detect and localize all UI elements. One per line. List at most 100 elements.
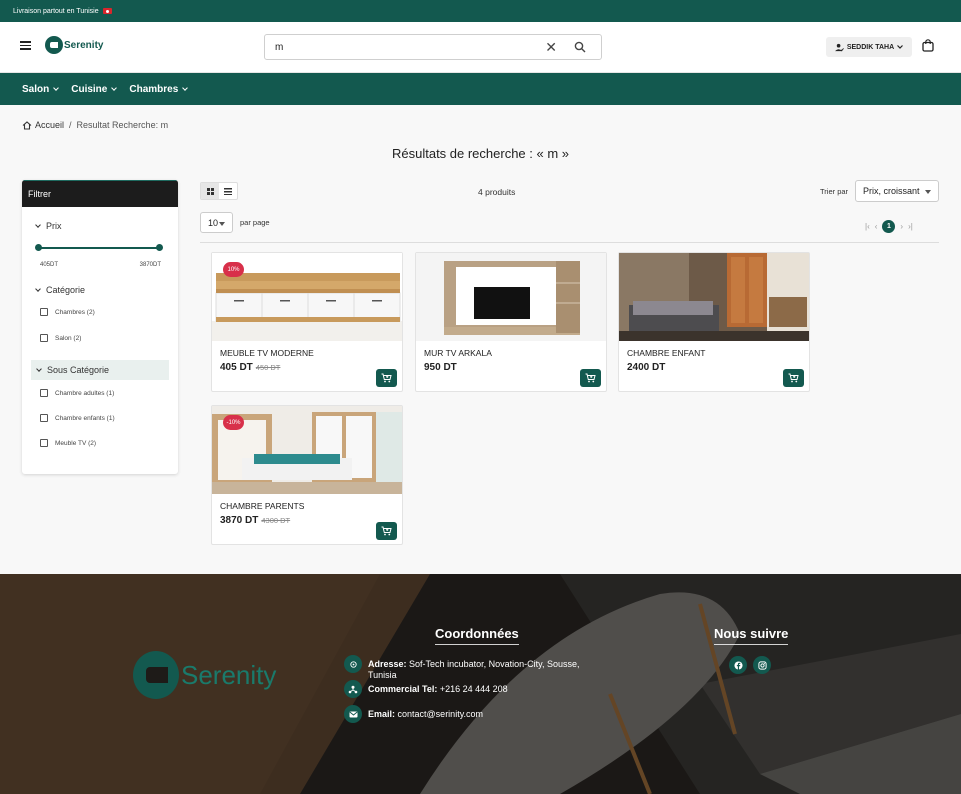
next-page-icon[interactable]: › xyxy=(900,222,903,231)
checkbox[interactable] xyxy=(40,389,48,397)
filter-section-subcategory[interactable]: Sous Catégorie xyxy=(31,360,169,380)
logo-mark-icon xyxy=(45,36,63,54)
old-price: 450 DT xyxy=(255,363,281,372)
page-title: Résultats de recherche : « m » xyxy=(391,146,570,161)
add-to-cart-button[interactable] xyxy=(376,369,397,387)
mail-icon xyxy=(344,705,362,723)
sort-select[interactable]: Prix, croissant xyxy=(855,180,939,202)
hamburger-menu-icon[interactable] xyxy=(20,41,31,50)
filter-section-label: Prix xyxy=(46,221,62,231)
footer-logo-text: Serenity xyxy=(181,659,277,690)
footer: Serenity Coordonnées Nous suivre Adresse… xyxy=(0,574,961,794)
footer-logo[interactable]: Serenity xyxy=(133,651,276,699)
view-toggle xyxy=(200,182,238,200)
caret-down-icon xyxy=(925,190,931,194)
instagram-icon[interactable] xyxy=(753,656,771,674)
nav-item-cuisine[interactable]: Cuisine xyxy=(71,84,118,95)
price-max-handle[interactable] xyxy=(156,244,163,251)
subcategory-option-chambre-enfants[interactable]: Chambre enfants (1) xyxy=(40,414,115,422)
chevron-down-icon xyxy=(36,365,42,372)
list-view-button[interactable] xyxy=(219,183,237,199)
email-value[interactable]: contact@serinity.com xyxy=(398,709,484,719)
checkbox[interactable] xyxy=(40,334,48,342)
category-option-chambres[interactable]: Chambres (2) xyxy=(40,308,95,316)
pagination: |‹ ‹ 1 › ›| xyxy=(865,220,913,233)
phone-row: Commercial Tel: +216 24 444 208 xyxy=(344,680,508,698)
product-card[interactable]: 10% MEUBLE TV MODERNE 405 DT 450 DT xyxy=(211,252,403,392)
product-image xyxy=(416,253,606,341)
option-label: Chambre enfants (1) xyxy=(55,414,115,422)
announcement-text: Livraison partout en Tunisie xyxy=(13,7,99,15)
nav-item-chambres[interactable]: Chambres xyxy=(129,84,189,95)
header: Serenity ✕ SEDDIK TAHA xyxy=(0,22,961,73)
chevron-down-icon xyxy=(111,84,118,91)
old-price: 4300 DT xyxy=(261,516,291,525)
chevron-down-icon xyxy=(35,285,41,292)
grid-view-button[interactable] xyxy=(201,183,219,199)
breadcrumb-home[interactable]: Accueil xyxy=(22,120,64,130)
add-to-cart-icon xyxy=(381,373,392,383)
page-button-current[interactable]: 1 xyxy=(882,220,896,233)
filter-section-price[interactable]: Prix xyxy=(35,221,62,231)
nav-item-salon[interactable]: Salon xyxy=(22,83,60,95)
search-icon[interactable] xyxy=(574,41,586,53)
per-page-value: 10 xyxy=(208,217,219,228)
add-to-cart-button[interactable] xyxy=(376,522,397,540)
product-price: 405 DT 450 DT xyxy=(220,362,280,373)
prev-page-icon[interactable]: ‹ xyxy=(875,222,878,231)
checkbox[interactable] xyxy=(40,308,48,316)
chevron-down-icon xyxy=(897,45,904,49)
sort-label: Trier par xyxy=(820,187,849,196)
product-card[interactable]: CHAMBRE ENFANT 2400 DT xyxy=(618,252,810,392)
nav-label: Salon xyxy=(22,83,50,95)
price-value: 3870 DT xyxy=(220,515,259,526)
address-label: Adresse: xyxy=(368,659,407,669)
product-card[interactable]: MUR TV ARKALA 950 DT xyxy=(415,252,607,392)
add-to-cart-button[interactable] xyxy=(580,369,601,387)
filter-section-category[interactable]: Catégorie xyxy=(35,285,86,295)
price-min-handle[interactable] xyxy=(35,244,42,251)
breadcrumb-separator: / xyxy=(69,120,72,130)
subcategory-option-chambre-adultes[interactable]: Chambre adultes (1) xyxy=(40,389,114,397)
user-account-button[interactable]: SEDDIK TAHA xyxy=(826,37,912,57)
option-label: Meuble TV (2) xyxy=(55,439,97,447)
product-name: MUR TV ARKALA xyxy=(424,348,492,358)
chevron-down-icon xyxy=(53,84,60,91)
price-range-slider[interactable] xyxy=(35,244,163,251)
first-page-icon[interactable]: |‹ xyxy=(865,222,870,231)
checkbox[interactable] xyxy=(40,439,48,447)
logo[interactable]: Serenity xyxy=(45,36,103,54)
per-page-select[interactable]: 10 xyxy=(200,212,233,233)
checkbox[interactable] xyxy=(40,414,48,422)
phone-label: Commercial Tel: xyxy=(368,684,438,694)
product-image xyxy=(619,253,809,341)
breadcrumb-current: Resultat Recherche: m xyxy=(76,120,169,130)
subcategory-option-meuble-tv[interactable]: Meuble TV (2) xyxy=(40,439,96,447)
category-option-salon[interactable]: Salon (2) xyxy=(40,334,81,342)
price-value: 950 DT xyxy=(424,362,457,373)
product-name: CHAMBRE ENFANT xyxy=(627,348,706,358)
search-input[interactable] xyxy=(275,41,530,53)
add-to-cart-button[interactable] xyxy=(783,369,804,387)
product-card[interactable]: -10% CHAMBRE PARENTS 3870 DT 4300 DT xyxy=(211,405,403,545)
home-icon xyxy=(22,120,32,130)
contact-title: Coordonnées xyxy=(435,626,519,645)
breadcrumb: Accueil / Resultat Recherche: m xyxy=(22,120,168,130)
grid-icon xyxy=(206,187,214,195)
product-price: 2400 DT xyxy=(627,362,665,373)
last-page-icon[interactable]: ›| xyxy=(908,222,913,231)
breadcrumb-home-label: Accueil xyxy=(35,120,65,130)
clear-search-icon[interactable]: ✕ xyxy=(545,39,557,56)
caret-down-icon xyxy=(219,222,225,226)
option-label: Chambres (2) xyxy=(55,308,95,316)
logo-mark-icon xyxy=(133,651,179,699)
add-to-cart-icon xyxy=(585,373,596,383)
shopping-bag-icon[interactable] xyxy=(922,39,934,52)
phone-value: +216 24 444 208 xyxy=(439,684,508,694)
logo-text: Serenity xyxy=(64,39,104,51)
divider xyxy=(200,242,939,243)
option-label: Salon (2) xyxy=(55,334,82,342)
filter-section-label: Catégorie xyxy=(46,285,86,295)
address-row: Adresse: Sof-Tech incubator, Novation-Ci… xyxy=(344,655,594,681)
facebook-icon[interactable] xyxy=(729,656,747,674)
